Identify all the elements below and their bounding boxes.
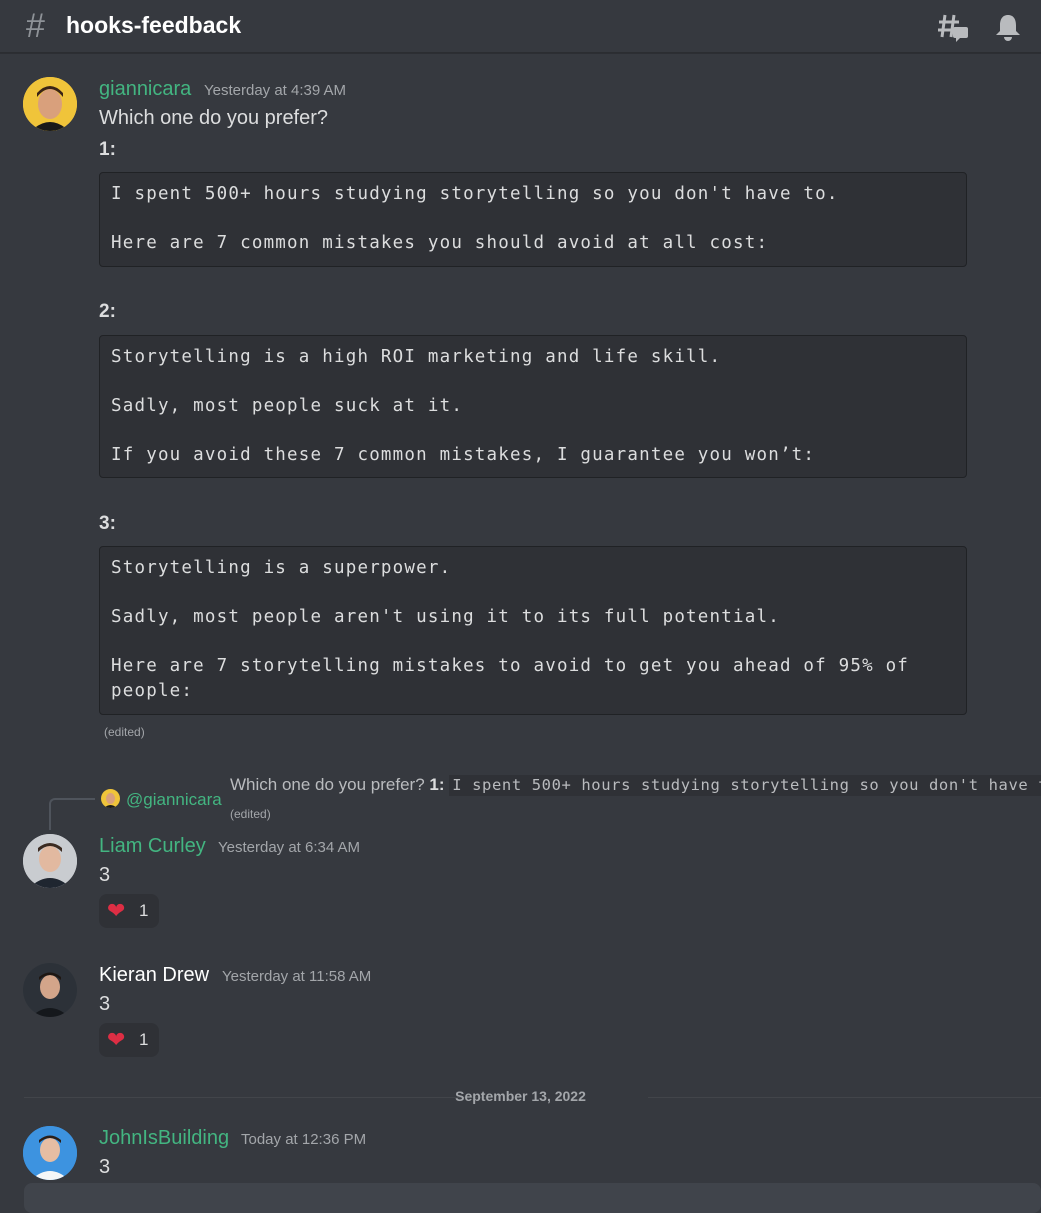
- message-composer[interactable]: [24, 1183, 1041, 1213]
- date-divider: September 13, 2022: [455, 1088, 586, 1104]
- avatar-portrait: [23, 963, 77, 1017]
- timestamp: Today at 12:36 PM: [241, 1131, 367, 1148]
- code-block: Storytelling is a high ROI marketing and…: [99, 335, 967, 478]
- reaction-count: 1: [139, 901, 149, 920]
- option-label: 3:: [99, 513, 116, 534]
- reply-mention[interactable]: @giannicara: [126, 790, 222, 810]
- timestamp: Yesterday at 6:34 AM: [218, 839, 361, 856]
- avatar[interactable]: [23, 1126, 77, 1180]
- avatar-portrait: [23, 1126, 77, 1180]
- reaction-heart[interactable]: ❤ 1: [99, 1023, 159, 1057]
- bell-icon[interactable]: [991, 12, 1025, 42]
- username[interactable]: Liam Curley: [99, 835, 206, 858]
- heart-icon: ❤: [107, 898, 126, 923]
- username[interactable]: giannicara: [99, 78, 191, 101]
- channel-name: hooks-feedback: [66, 12, 242, 38]
- avatar[interactable]: [23, 77, 77, 131]
- reply-connector: [49, 798, 95, 830]
- message-text: 3: [99, 1156, 111, 1178]
- avatar-portrait: [23, 834, 77, 888]
- reply-avatar: [101, 789, 120, 808]
- hashtag-icon: #: [26, 7, 45, 45]
- reaction-heart[interactable]: ❤ 1: [99, 894, 159, 928]
- code-block: Storytelling is a superpower. Sadly, mos…: [99, 546, 967, 715]
- reply-preview-label: 1:: [429, 775, 445, 794]
- message-text: Which one do you prefer?: [99, 107, 329, 129]
- avatar[interactable]: [23, 834, 77, 888]
- reply-preview[interactable]: Which one do you prefer? 1: I spent 500+…: [230, 775, 1041, 799]
- reply-edited-marker: (edited): [230, 807, 271, 821]
- timestamp: Yesterday at 11:58 AM: [222, 968, 372, 985]
- avatar[interactable]: [23, 963, 77, 1017]
- reaction-count: 1: [139, 1030, 149, 1049]
- channel-header: # hooks-feedback: [0, 0, 1041, 53]
- option-label: 1:: [99, 139, 116, 160]
- username[interactable]: Kieran Drew: [99, 964, 209, 987]
- message-text: 3: [99, 993, 111, 1015]
- edited-marker: (edited): [104, 725, 145, 739]
- reply-preview-text: Which one do you prefer?: [230, 775, 425, 794]
- heart-icon: ❤: [107, 1027, 126, 1052]
- threads-icon[interactable]: [937, 12, 971, 42]
- username[interactable]: JohnIsBuilding: [99, 1127, 229, 1150]
- message-text: 3: [99, 864, 111, 886]
- timestamp: Yesterday at 4:39 AM: [204, 82, 347, 99]
- code-block: I spent 500+ hours studying storytelling…: [99, 172, 967, 267]
- reply-preview-code: I spent 500+ hours studying storytelling…: [449, 775, 1041, 796]
- avatar-portrait: [23, 77, 77, 131]
- option-label: 2:: [99, 301, 116, 322]
